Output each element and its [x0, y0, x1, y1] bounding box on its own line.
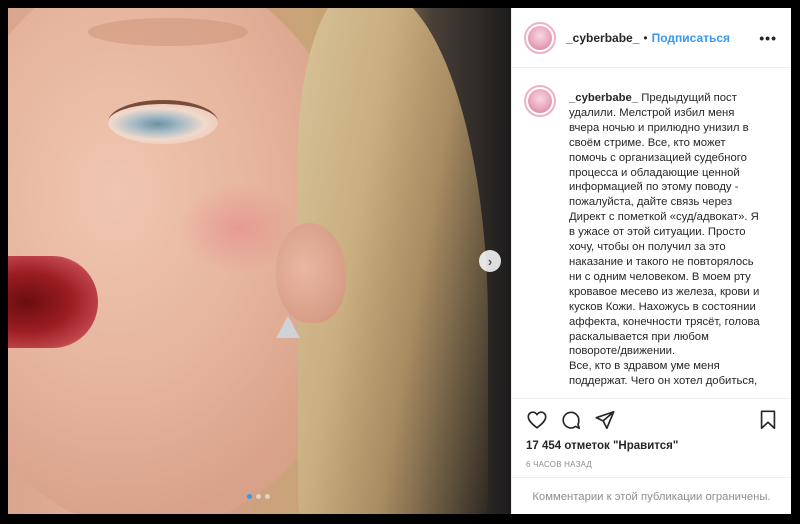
- caption-line: помочь с организацией судебного: [569, 151, 747, 164]
- caption-text: _cyberbabe_ Предыдущий пост удалили. Мел…: [569, 91, 775, 389]
- caption-line: информацией по этому поводу -: [569, 181, 739, 194]
- caption-line: повороте/движении.: [569, 345, 676, 358]
- comments-restricted-notice: Комментарии к этой публикации ограничены…: [512, 477, 791, 516]
- caption-line: Директ с пометкой «суд/адвокат». Я: [569, 211, 759, 224]
- caption-line: кровавое месево из железа, крови и: [569, 285, 760, 298]
- action-icons: [526, 409, 616, 431]
- carousel-next-button[interactable]: ›: [479, 250, 501, 272]
- carousel-dots: [247, 494, 270, 499]
- post-header: _cyberbabe_ • Подписаться •••: [512, 8, 791, 68]
- caption-line: кусков Кожи. Нахожусь в состоянии: [569, 300, 756, 313]
- caption-line: аффекта, конечности трясёт, голова: [569, 315, 760, 328]
- paper-plane-icon[interactable]: [594, 409, 616, 431]
- caption-line: удалили. Мелстрой избил меня: [569, 106, 735, 119]
- post-photo[interactable]: ›: [8, 8, 511, 514]
- photo-brow-shape: [88, 18, 248, 46]
- chevron-right-icon: ›: [487, 253, 493, 269]
- caption-line: вчера ночью и прилюдно унизил в: [569, 121, 749, 134]
- caption-line: раскалывается при любом: [569, 330, 709, 343]
- photo-eye-shape: [108, 100, 218, 144]
- comment-icon[interactable]: [560, 409, 582, 431]
- caption-line: процесса и обладающие ценной: [569, 166, 740, 179]
- heart-icon[interactable]: [526, 409, 548, 431]
- post-timestamp[interactable]: 6 ЧАСОВ НАЗАД: [526, 460, 592, 469]
- caption-line: хочу, чтобы он получил за это: [569, 241, 726, 254]
- caption-line: Все, кто в здравом уме меня: [569, 360, 720, 373]
- caption-line: Предыдущий пост: [641, 92, 737, 104]
- more-options-icon[interactable]: •••: [759, 30, 777, 46]
- caption-line: пожалуйста, дайте связь через: [569, 196, 733, 209]
- post-side-panel: _cyberbabe_ • Подписаться ••• _cyberbabe…: [511, 8, 791, 514]
- caption-line: наказание и такого не повторялось: [569, 255, 754, 268]
- caption-area: _cyberbabe_ Предыдущий пост удалили. Мел…: [512, 68, 791, 398]
- caption-username-link[interactable]: _cyberbabe_: [569, 92, 638, 104]
- instagram-post-window: › _cyberbabe_ • Подписаться ••• _cyberba…: [8, 8, 791, 514]
- caption-line: в ужасе от этой ситуации. Просто: [569, 226, 746, 239]
- caption-line: своём стриме. Все, кто может: [569, 136, 726, 149]
- header-separator: •: [643, 30, 648, 45]
- bookmark-icon[interactable]: [757, 409, 779, 431]
- carousel-dot: [256, 494, 261, 499]
- avatar[interactable]: [524, 85, 556, 117]
- carousel-dot: [265, 494, 270, 499]
- photo-lips-shape: [8, 256, 98, 348]
- avatar[interactable]: [524, 21, 556, 54]
- photo-earring-shape: [276, 316, 300, 338]
- carousel-dot: [247, 494, 252, 499]
- photo-ear-shape: [276, 223, 346, 323]
- post-actions: 17 454 отметок "Нравится" 6 ЧАСОВ НАЗАД …: [512, 398, 791, 515]
- follow-button[interactable]: Подписаться: [652, 31, 730, 45]
- caption-line: поддержат. Чего он хотел добиться,: [569, 375, 758, 388]
- username-link[interactable]: _cyberbabe_: [566, 31, 639, 45]
- likes-count[interactable]: 17 454 отметок "Нравится": [526, 440, 678, 452]
- caption-line: ни с одним человеком. В моем рту: [569, 270, 751, 283]
